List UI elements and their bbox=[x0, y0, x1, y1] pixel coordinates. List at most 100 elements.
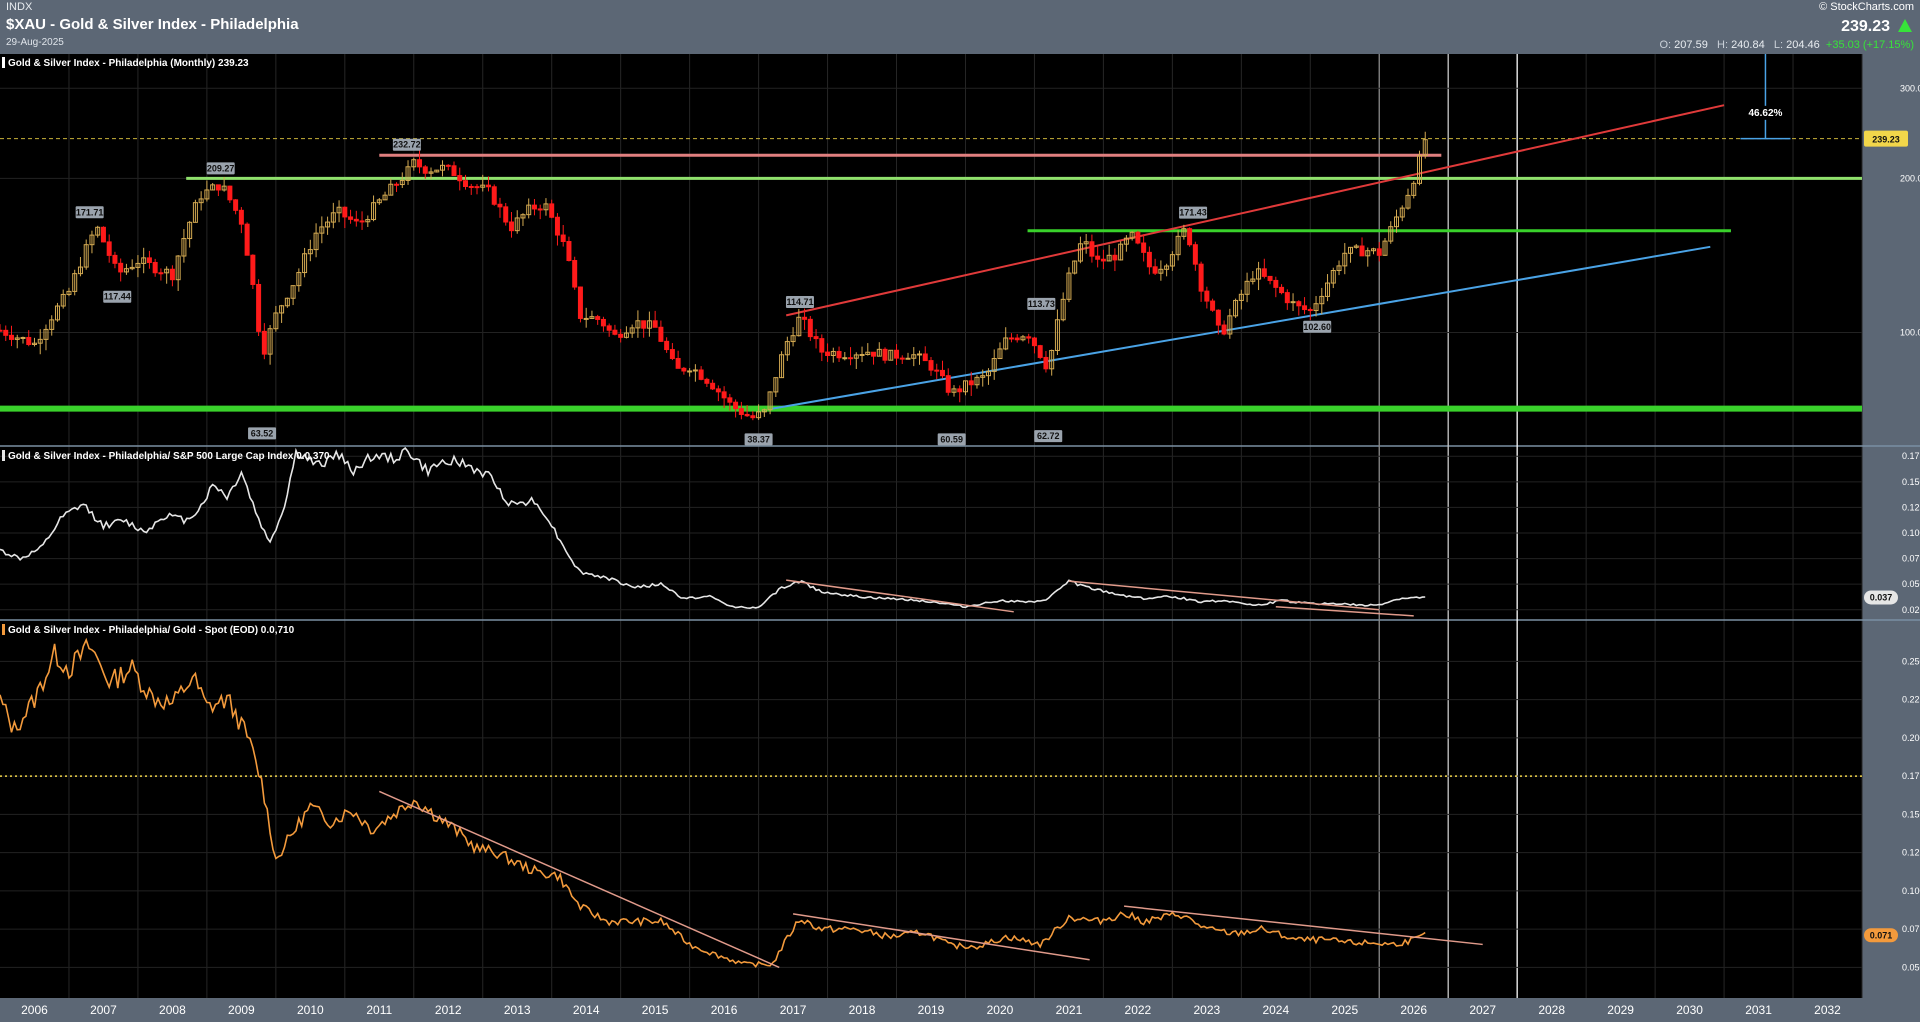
candle-body bbox=[244, 223, 250, 256]
candle-body bbox=[577, 286, 583, 319]
candle-body bbox=[669, 349, 675, 359]
x-tick-label: 2019 bbox=[918, 1003, 945, 1017]
candle-body bbox=[618, 333, 624, 338]
candle-body bbox=[457, 175, 463, 182]
candle-body bbox=[256, 283, 262, 332]
candle-body bbox=[813, 336, 819, 340]
candle-body bbox=[848, 357, 854, 360]
peak-label: 113.73 bbox=[1028, 299, 1055, 309]
x-tick-label: 2026 bbox=[1400, 1003, 1427, 1017]
candle-body bbox=[1279, 286, 1285, 294]
candle-body bbox=[692, 369, 698, 372]
candle-body bbox=[1089, 241, 1095, 257]
candle-body bbox=[836, 350, 842, 359]
change-value: +35.03 (+17.15%) bbox=[1825, 39, 1914, 51]
candle-body bbox=[503, 206, 509, 223]
candle-body bbox=[905, 357, 911, 360]
panel-3-title: Gold & Silver Index - Philadelphia/ Gold… bbox=[8, 625, 295, 636]
low-label: L: bbox=[1773, 39, 1784, 51]
ratio-tick-label: 0.125 bbox=[1902, 848, 1920, 858]
candle-body bbox=[612, 329, 618, 335]
candle-body bbox=[1152, 266, 1158, 274]
peak-label: 171.71 bbox=[76, 207, 104, 217]
candle-body bbox=[1221, 324, 1227, 335]
peak-label: 62.72 bbox=[1037, 431, 1060, 441]
candle-body bbox=[733, 401, 739, 410]
panel-title-marker bbox=[2, 624, 5, 635]
candle-body bbox=[744, 413, 750, 417]
candle-body bbox=[698, 369, 704, 380]
candle-body bbox=[934, 369, 940, 372]
candle-body bbox=[106, 241, 112, 256]
x-tick-label: 2015 bbox=[642, 1003, 669, 1017]
brand-logo[interactable]: © StockCharts.com bbox=[1819, 1, 1914, 13]
candle-body bbox=[1026, 336, 1032, 339]
candle-body bbox=[1100, 258, 1106, 262]
x-tick-label: 2007 bbox=[90, 1003, 117, 1017]
candle-body bbox=[1031, 337, 1037, 347]
chart-date: 29-Aug-2025 bbox=[6, 37, 64, 48]
candle-body bbox=[112, 254, 118, 264]
ratio-tick-label: 0.250 bbox=[1902, 656, 1920, 666]
x-tick-label: 2011 bbox=[366, 1003, 392, 1017]
candle-body bbox=[658, 326, 664, 342]
chart-area[interactable]: 2006 2007 2008 2009 2010 2011 2012 2013 2014 2015… bbox=[0, 54, 1920, 1022]
ratio-tick-label: 0.075 bbox=[1902, 924, 1920, 934]
candle-body bbox=[537, 208, 543, 211]
candle-body bbox=[566, 241, 572, 262]
candle-body bbox=[1146, 251, 1152, 268]
last-price-tag-text: 239.23 bbox=[1872, 135, 1900, 145]
peak-label: 114.71 bbox=[786, 297, 813, 307]
candle-body bbox=[1307, 309, 1313, 312]
candle-body bbox=[1141, 242, 1147, 253]
candle-body bbox=[606, 325, 612, 331]
candle-body bbox=[0, 329, 3, 332]
ratio-tick-label: 0.150 bbox=[1902, 809, 1920, 819]
candle-body bbox=[20, 336, 26, 339]
candle-body bbox=[1261, 268, 1267, 277]
candle-body bbox=[1290, 301, 1296, 304]
candle-body bbox=[1135, 231, 1141, 244]
x-tick-label: 2018 bbox=[849, 1003, 876, 1017]
candle-body bbox=[572, 260, 578, 288]
candle-body bbox=[1112, 254, 1118, 261]
candle-body bbox=[687, 370, 693, 373]
candle-body bbox=[1210, 300, 1216, 311]
candle-body bbox=[554, 216, 560, 236]
candle-body bbox=[100, 226, 106, 243]
candle-body bbox=[1037, 345, 1043, 358]
candle-body bbox=[738, 408, 744, 415]
last-price: 239.23 bbox=[1841, 18, 1890, 35]
candle-body bbox=[215, 184, 221, 191]
x-tick-label: 2027 bbox=[1469, 1003, 1496, 1017]
candle-body bbox=[675, 357, 681, 369]
candle-body bbox=[1273, 279, 1279, 288]
panel-2-title: Gold & Silver Index - Philadelphia/ S&P … bbox=[8, 451, 330, 462]
low-value: 204.46 bbox=[1786, 39, 1820, 51]
candle-body bbox=[750, 415, 756, 419]
peak-label: 38.37 bbox=[747, 434, 770, 444]
candle-body bbox=[560, 234, 566, 243]
price-tick-label: 100.00 bbox=[1900, 327, 1920, 337]
candle-body bbox=[664, 340, 670, 351]
candle-body bbox=[928, 360, 934, 371]
candle-body bbox=[899, 357, 905, 360]
ohlc-readout: O: 207.59 H: 240.84 L: 204.46 +35.03 (+1… bbox=[1659, 39, 1914, 51]
candle-body bbox=[922, 353, 928, 362]
chart-header: INDX $XAU - Gold & Silver Index - Philad… bbox=[0, 0, 1920, 54]
candle-body bbox=[1215, 309, 1221, 326]
candle-body bbox=[348, 216, 354, 220]
candle-body bbox=[595, 316, 601, 320]
x-tick-label: 2023 bbox=[1194, 1003, 1221, 1017]
candle-body bbox=[451, 165, 457, 177]
candle-body bbox=[704, 378, 710, 384]
candle-body bbox=[842, 357, 848, 360]
peak-label: 63.52 bbox=[251, 428, 274, 438]
projection-percent-label: 46.62% bbox=[1748, 108, 1782, 119]
candle-body bbox=[710, 382, 716, 390]
candle-body bbox=[1008, 337, 1014, 340]
last-value-tag-text: 0.071 bbox=[1870, 930, 1893, 940]
candle-body bbox=[169, 268, 175, 281]
candle-body bbox=[859, 354, 865, 357]
price-tick-label: 300.00 bbox=[1900, 83, 1920, 93]
